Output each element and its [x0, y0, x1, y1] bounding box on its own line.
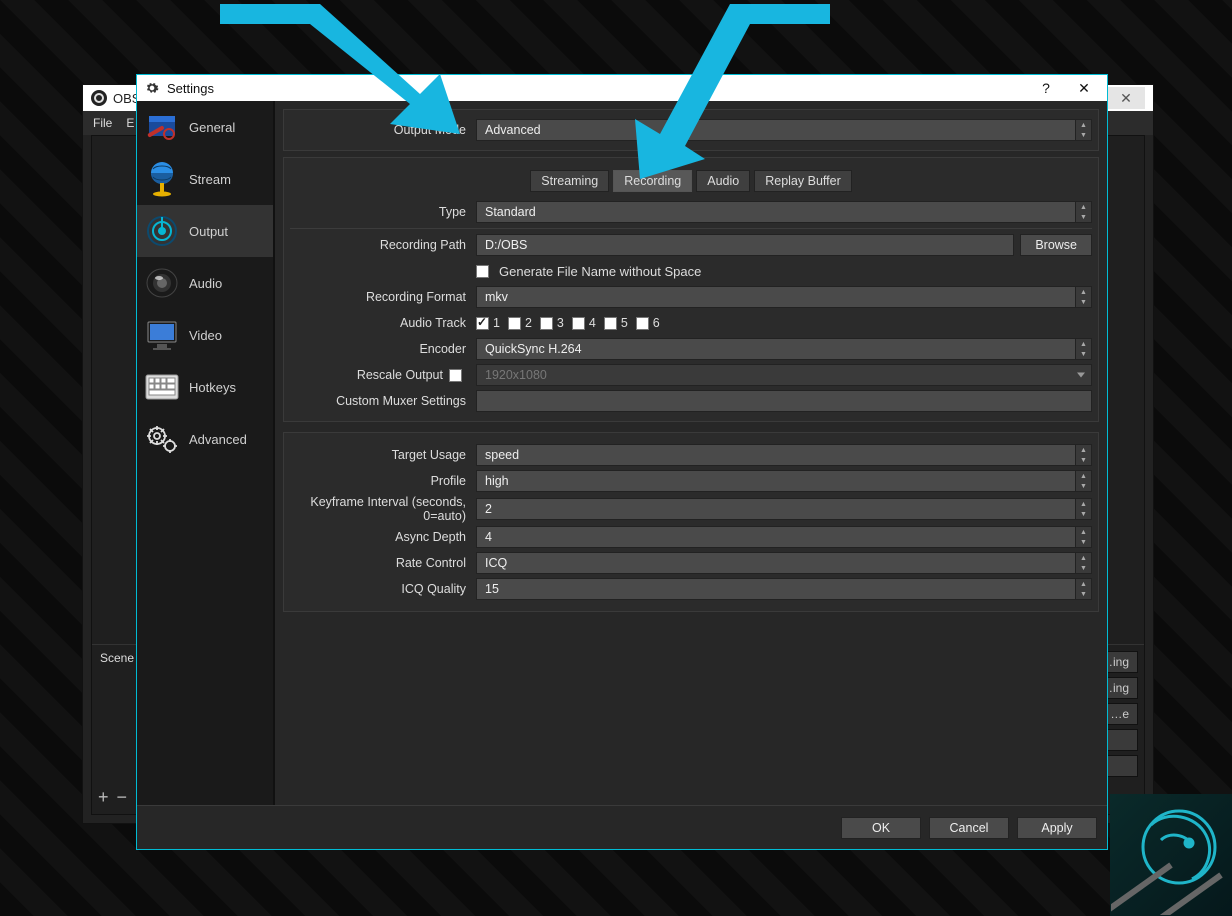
add-scene-icon[interactable]: +: [98, 787, 109, 808]
keyframe-interval-label: Keyframe Interval (seconds, 0=auto): [290, 495, 476, 523]
async-depth-input[interactable]: 4▲▼: [476, 526, 1092, 548]
audio-track-6-checkbox[interactable]: [636, 317, 649, 330]
hotkeys-icon: [145, 369, 179, 405]
type-label: Type: [290, 205, 476, 219]
icq-quality-label: ICQ Quality: [290, 582, 476, 596]
sidebar-item-audio[interactable]: Audio: [137, 257, 273, 309]
recording-path-label: Recording Path: [290, 238, 476, 252]
profile-label: Profile: [290, 474, 476, 488]
settings-footer: OK Cancel Apply: [137, 805, 1107, 849]
recording-panel: Streaming Recording Audio Replay Buffer …: [283, 157, 1099, 422]
generate-filename-checkbox[interactable]: [476, 265, 489, 278]
audio-track-4-checkbox[interactable]: [572, 317, 585, 330]
close-button[interactable]: ✕: [1069, 80, 1099, 97]
sidebar-item-label: Advanced: [189, 432, 247, 447]
audio-track-label: Audio Track: [290, 316, 476, 330]
tab-streaming[interactable]: Streaming: [530, 170, 609, 192]
settings-content: Output Mode Advanced▲▼ Streaming Recordi…: [275, 101, 1107, 805]
recording-format-select[interactable]: mkv▲▼: [476, 286, 1092, 308]
sidebar-item-label: Video: [189, 328, 222, 343]
gear-icon: [145, 81, 159, 95]
audio-track-1-checkbox[interactable]: [476, 317, 489, 330]
help-button[interactable]: ?: [1031, 80, 1061, 96]
annotation-arrow-right: [600, 0, 860, 184]
recording-path-input[interactable]: D:/OBS: [476, 234, 1014, 256]
target-usage-select[interactable]: speed▲▼: [476, 444, 1092, 466]
audio-track-5-checkbox[interactable]: [604, 317, 617, 330]
annotation-arrow-left: [210, 0, 470, 144]
advanced-icon: [145, 421, 179, 457]
encoder-settings-panel: Target Usage speed▲▼ Profile high▲▼ Keyf…: [283, 432, 1099, 612]
settings-dialog: Settings ? ✕ General Stream Output Audio: [136, 74, 1108, 850]
sidebar-item-hotkeys[interactable]: Hotkeys: [137, 361, 273, 413]
icq-quality-input[interactable]: 15▲▼: [476, 578, 1092, 600]
apply-button[interactable]: Apply: [1017, 817, 1097, 839]
sidebar-item-video[interactable]: Video: [137, 309, 273, 361]
encoder-label: Encoder: [290, 342, 476, 356]
sidebar-item-stream[interactable]: Stream: [137, 153, 273, 205]
general-icon: [145, 109, 179, 145]
obs-logo-icon: [91, 90, 107, 106]
scene-tools: + −: [98, 787, 127, 808]
rate-control-label: Rate Control: [290, 556, 476, 570]
stream-icon: [145, 161, 179, 197]
recording-format-label: Recording Format: [290, 290, 476, 304]
rescale-output-checkbox[interactable]: [449, 369, 462, 382]
muxer-settings-input[interactable]: [476, 390, 1092, 412]
sidebar-item-label: Stream: [189, 172, 231, 187]
settings-title: Settings: [167, 81, 214, 96]
output-icon: [145, 213, 179, 249]
generate-filename-label: Generate File Name without Space: [499, 264, 701, 279]
sidebar-item-label: Output: [189, 224, 228, 239]
sidebar-item-label: Hotkeys: [189, 380, 236, 395]
scenes-label: Scene: [100, 651, 134, 665]
async-depth-label: Async Depth: [290, 530, 476, 544]
audio-track-2-checkbox[interactable]: [508, 317, 521, 330]
encoder-select[interactable]: QuickSync H.264▲▼: [476, 338, 1092, 360]
watermark-logo: [1110, 794, 1232, 916]
main-close-button[interactable]: ✕: [1107, 87, 1145, 109]
video-icon: [145, 317, 179, 353]
muxer-settings-label: Custom Muxer Settings: [290, 394, 476, 408]
sidebar-item-output[interactable]: Output: [137, 205, 273, 257]
browse-button[interactable]: Browse: [1020, 234, 1092, 256]
remove-scene-icon[interactable]: −: [117, 787, 128, 808]
target-usage-label: Target Usage: [290, 448, 476, 462]
audio-icon: [145, 265, 179, 301]
type-select[interactable]: Standard▲▼: [476, 201, 1092, 223]
profile-select[interactable]: high▲▼: [476, 470, 1092, 492]
sidebar-item-advanced[interactable]: Advanced: [137, 413, 273, 465]
ok-button[interactable]: OK: [841, 817, 921, 839]
keyframe-interval-input[interactable]: 2▲▼: [476, 498, 1092, 520]
rescale-output-select[interactable]: 1920x1080: [476, 364, 1092, 386]
rescale-output-label: Rescale Output: [357, 368, 443, 382]
cancel-button[interactable]: Cancel: [929, 817, 1009, 839]
sidebar-item-label: Audio: [189, 276, 222, 291]
rate-control-select[interactable]: ICQ▲▼: [476, 552, 1092, 574]
audio-track-3-checkbox[interactable]: [540, 317, 553, 330]
menu-file[interactable]: File: [93, 116, 112, 130]
settings-sidebar: General Stream Output Audio Video Hotkey…: [137, 101, 275, 805]
